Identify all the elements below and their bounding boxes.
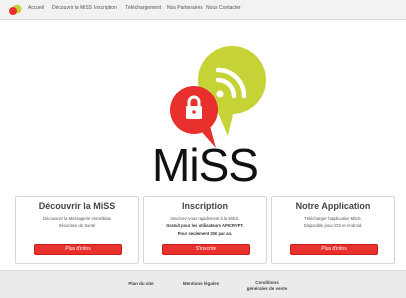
app-more-button[interactable]: Plus d'infos <box>290 244 378 255</box>
card-text: Sécurisée de Santé <box>58 223 96 229</box>
card-text: Gratuit pour les utilisateurs APICRYPT. <box>166 223 244 229</box>
card-discover: Découvrir la MiSS Découvrez la Messageri… <box>15 196 139 264</box>
card-title: Inscription <box>181 201 228 211</box>
card-text: Télécharger l'application MiSS. <box>304 215 362 221</box>
card-signup: Inscription Inscrivez-vous rapidement à … <box>143 196 267 264</box>
top-navbar: Accueil Découvrir la MiSS Inscription Té… <box>0 0 406 20</box>
footer-legal-link[interactable]: Mentions légales <box>176 281 226 287</box>
miss-logo-icon[interactable] <box>8 4 22 16</box>
discover-more-button[interactable]: Plus d'infos <box>34 244 122 255</box>
signup-button[interactable]: S'inscrire <box>162 244 250 255</box>
footer-sitemap-link[interactable]: Plan du site <box>120 281 162 287</box>
nav-partners[interactable]: Nos Partenaires <box>167 6 203 11</box>
card-text: Disponible pour iOS et Android. <box>303 223 363 229</box>
nav-signup[interactable]: Inscription <box>94 6 117 11</box>
card-title: Notre Application <box>295 201 371 211</box>
card-text: Pour seulement 20€ par an. <box>177 231 233 237</box>
card-text: Découvrez la Messagerie Immédiate <box>43 215 111 221</box>
footer: Plan du site Mentions légales Conditions… <box>0 270 406 298</box>
nav-discover[interactable]: Découvrir la MiSS <box>52 6 92 11</box>
nav-contact[interactable]: Nous Contacter <box>206 6 241 11</box>
card-app: Notre Application Télécharger l'applicat… <box>271 196 395 264</box>
card-title: Découvrir la MiSS <box>38 201 116 211</box>
footer-terms-link[interactable]: Conditions générales de vente <box>246 280 288 292</box>
nav-home[interactable]: Accueil <box>28 6 44 11</box>
miss-wordmark: MiSS <box>152 139 259 191</box>
card-text: Inscrivez-vous rapidement à la MiSS. <box>170 215 240 221</box>
nav-download[interactable]: Téléchargement <box>125 6 161 11</box>
